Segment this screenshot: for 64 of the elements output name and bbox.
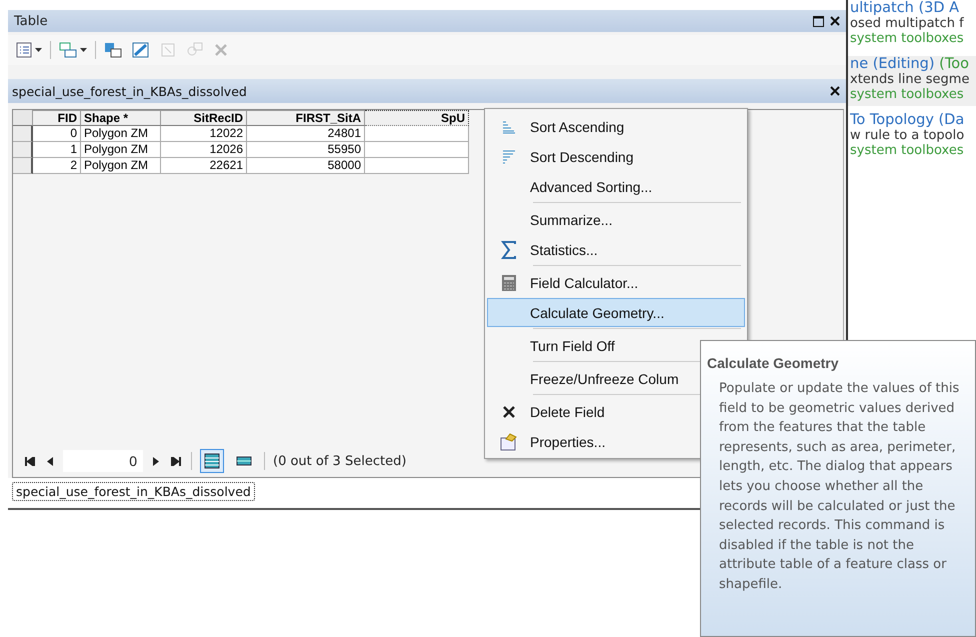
- column-header[interactable]: Shape *: [81, 110, 161, 126]
- caret-icon: [80, 48, 87, 52]
- table-tab[interactable]: special_use_forest_in_KBAs_dissolved: [12, 482, 255, 501]
- table-cell: Polygon ZM: [81, 158, 161, 174]
- menu-item[interactable]: Sort Descending: [487, 142, 745, 171]
- sigma-icon: [501, 240, 517, 258]
- column-header[interactable]: FID: [33, 110, 81, 126]
- all-records-button[interactable]: [200, 449, 224, 473]
- menu-item[interactable]: Sort Ascending: [487, 112, 745, 141]
- table-cell: 58000: [247, 158, 365, 174]
- result-title[interactable]: ultipatch (3D A: [850, 0, 976, 16]
- menu-item[interactable]: Advanced Sorting...: [487, 172, 745, 201]
- result-source: system toolboxes: [850, 31, 965, 46]
- result-title[interactable]: To Topology (Da: [850, 112, 976, 128]
- tooltip-text: Populate or update the values of this field to be geometric values derived from the features that the table represents, such as area, perimeter, length, etc. The dialog that appears lets you choose whether all the records will be calculated or just the selected records. This command is disabled if the table is not the attribute table of a feature class or shapefile.: [719, 380, 960, 594]
- result-description: osed multipatch f: [850, 16, 965, 31]
- selected-records-icon: [236, 456, 252, 466]
- search-result[interactable]: ne (Editing) (Too xtends line segme system toolboxes: [848, 56, 976, 106]
- previous-record-button[interactable]: [45, 456, 55, 466]
- table-cell: 1: [33, 142, 81, 158]
- next-record-button[interactable]: [151, 456, 161, 466]
- table-cell: 0: [33, 126, 81, 142]
- caret-icon: [35, 48, 42, 52]
- table-cell: Polygon ZM: [81, 126, 161, 142]
- row-selector[interactable]: [13, 126, 33, 142]
- all-records-icon: [204, 453, 220, 469]
- delete-icon: [214, 43, 228, 57]
- result-title[interactable]: ne (Editing) (Too: [850, 56, 976, 72]
- window-title: Table: [14, 14, 49, 28]
- properties-icon: [500, 432, 518, 450]
- column-header[interactable]: SitRecID: [161, 110, 247, 126]
- close-icon[interactable]: [830, 16, 840, 26]
- result-source: system toolboxes: [850, 87, 965, 102]
- close-icon[interactable]: [830, 86, 840, 96]
- table-cell: 12022: [161, 126, 247, 142]
- result-source: system toolboxes: [850, 143, 965, 158]
- calculator-icon: [501, 274, 517, 292]
- last-record-button[interactable]: [169, 456, 183, 466]
- menu-item[interactable]: Field Calculator...: [487, 268, 745, 297]
- column-header[interactable]: SpU: [365, 110, 469, 126]
- table-cell: 55950: [247, 142, 365, 158]
- first-record-button[interactable]: [23, 456, 37, 466]
- result-description: xtends line segme: [850, 72, 970, 87]
- delete-icon: [503, 406, 515, 418]
- sort-ascending-icon: [502, 120, 516, 134]
- table-cell: 24801: [247, 126, 365, 142]
- table-cell: 2: [33, 158, 81, 174]
- table-cell: Polygon ZM: [81, 142, 161, 158]
- row-selector[interactable]: [13, 142, 33, 158]
- maximize-icon[interactable]: [813, 16, 824, 26]
- menu-item[interactable]: Summarize...: [487, 205, 745, 234]
- selection-status: (0 out of 3 Selected): [273, 454, 406, 468]
- table-options-icon: [16, 42, 32, 58]
- menu-item[interactable]: Statistics...: [487, 235, 745, 264]
- table-title: special_use_forest_in_KBAs_dissolved: [12, 84, 248, 98]
- sort-descending-icon: [502, 150, 516, 164]
- menu-item[interactable]: Calculate Geometry...: [487, 298, 745, 327]
- table-cell: 12026: [161, 142, 247, 158]
- record-field[interactable]: 0: [63, 450, 143, 472]
- row-selector[interactable]: [13, 158, 33, 174]
- table-cell: 22621: [161, 158, 247, 174]
- result-description: w rule to a topolo: [850, 128, 966, 143]
- column-header[interactable]: FIRST_SitA: [247, 110, 365, 126]
- tooltip-title: Calculate Geometry: [707, 355, 840, 371]
